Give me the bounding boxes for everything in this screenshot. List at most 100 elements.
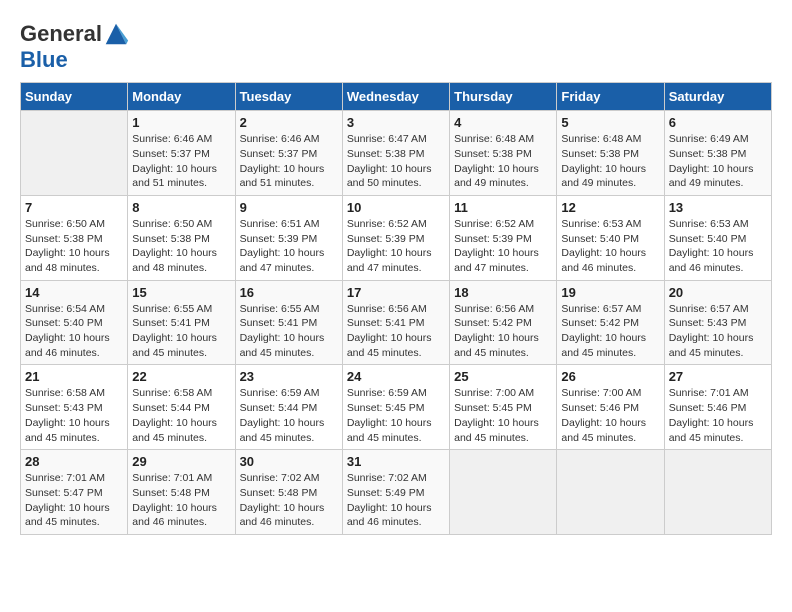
day-number: 29 bbox=[132, 454, 230, 469]
day-number: 2 bbox=[240, 115, 338, 130]
calendar-cell: 2Sunrise: 6:46 AMSunset: 5:37 PMDaylight… bbox=[235, 111, 342, 196]
page-header: General Blue bbox=[20, 20, 772, 72]
day-info: Sunrise: 7:00 AMSunset: 5:45 PMDaylight:… bbox=[454, 386, 552, 445]
day-info: Sunrise: 7:01 AMSunset: 5:48 PMDaylight:… bbox=[132, 471, 230, 530]
calendar-cell: 18 Sunrise: 6:56 AMSunset: 5:42 PMDayligh… bbox=[450, 280, 557, 365]
day-number: 30 bbox=[240, 454, 338, 469]
day-number: 27 bbox=[669, 369, 767, 384]
day-number: 5 bbox=[561, 115, 659, 130]
day-number: 17 bbox=[347, 285, 445, 300]
day-number: 20 bbox=[669, 285, 767, 300]
day-number: 31 bbox=[347, 454, 445, 469]
calendar-cell: 3 Sunrise: 6:47 AMSunset: 5:38 PMDaylight… bbox=[342, 111, 449, 196]
day-info: Sunrise: 6:55 AMSunset: 5:41 PMDaylight:… bbox=[132, 302, 230, 361]
calendar-cell: 12 Sunrise: 6:53 AMSunset: 5:40 PMDayligh… bbox=[557, 195, 664, 280]
calendar-cell bbox=[664, 450, 771, 535]
day-number: 8 bbox=[132, 200, 230, 215]
day-number: 10 bbox=[347, 200, 445, 215]
calendar-cell: 21Sunrise: 6:58 AMSunset: 5:43 PMDayligh… bbox=[21, 365, 128, 450]
day-number: 18 bbox=[454, 285, 552, 300]
calendar-cell: 16 Sunrise: 6:55 AMSunset: 5:41 PMDayligh… bbox=[235, 280, 342, 365]
calendar-cell: 28 Sunrise: 7:01 AMSunset: 5:47 PMDayligh… bbox=[21, 450, 128, 535]
day-info: Sunrise: 6:50 AMSunset: 5:38 PMDaylight:… bbox=[132, 217, 230, 276]
day-info: Sunrise: 6:59 AMSunset: 5:44 PMDaylight:… bbox=[240, 386, 338, 445]
day-number: 12 bbox=[561, 200, 659, 215]
calendar-cell: 8 Sunrise: 6:50 AMSunset: 5:38 PMDaylight… bbox=[128, 195, 235, 280]
calendar-cell bbox=[21, 111, 128, 196]
weekday-header-thursday: Thursday bbox=[450, 83, 557, 111]
calendar-header: SundayMondayTuesdayWednesdayThursdayFrid… bbox=[21, 83, 772, 111]
day-info: Sunrise: 6:52 AMSunset: 5:39 PMDaylight:… bbox=[454, 217, 552, 276]
day-info: Sunrise: 6:48 AMSunset: 5:38 PMDaylight:… bbox=[561, 132, 659, 191]
day-number: 24 bbox=[347, 369, 445, 384]
calendar-cell: 27Sunrise: 7:01 AMSunset: 5:46 PMDayligh… bbox=[664, 365, 771, 450]
day-info: Sunrise: 6:56 AMSunset: 5:41 PMDaylight:… bbox=[347, 302, 445, 361]
day-info: Sunrise: 7:02 AMSunset: 5:49 PMDaylight:… bbox=[347, 471, 445, 530]
day-number: 22 bbox=[132, 369, 230, 384]
weekday-header-sunday: Sunday bbox=[21, 83, 128, 111]
day-info: Sunrise: 6:55 AMSunset: 5:41 PMDaylight:… bbox=[240, 302, 338, 361]
day-info: Sunrise: 6:46 AMSunset: 5:37 PMDaylight:… bbox=[132, 132, 230, 191]
calendar-cell: 20 Sunrise: 6:57 AMSunset: 5:43 PMDayligh… bbox=[664, 280, 771, 365]
day-number: 16 bbox=[240, 285, 338, 300]
calendar-cell: 15 Sunrise: 6:55 AMSunset: 5:41 PMDayligh… bbox=[128, 280, 235, 365]
calendar-cell: 11 Sunrise: 6:52 AMSunset: 5:39 PMDayligh… bbox=[450, 195, 557, 280]
calendar-body: 1 Sunrise: 6:46 AMSunset: 5:37 PMDaylight… bbox=[21, 111, 772, 535]
day-info: Sunrise: 6:47 AMSunset: 5:38 PMDaylight:… bbox=[347, 132, 445, 191]
week-row-3: 14 Sunrise: 6:54 AMSunset: 5:40 PMDayligh… bbox=[21, 280, 772, 365]
calendar-cell: 23Sunrise: 6:59 AMSunset: 5:44 PMDayligh… bbox=[235, 365, 342, 450]
day-number: 15 bbox=[132, 285, 230, 300]
day-number: 28 bbox=[25, 454, 123, 469]
day-info: Sunrise: 7:00 AMSunset: 5:46 PMDaylight:… bbox=[561, 386, 659, 445]
logo-blue: Blue bbox=[20, 48, 130, 72]
day-number: 13 bbox=[669, 200, 767, 215]
calendar-cell bbox=[557, 450, 664, 535]
day-number: 6 bbox=[669, 115, 767, 130]
day-number: 26 bbox=[561, 369, 659, 384]
day-info: Sunrise: 7:01 AMSunset: 5:47 PMDaylight:… bbox=[25, 471, 123, 530]
weekday-header-tuesday: Tuesday bbox=[235, 83, 342, 111]
week-row-1: 1 Sunrise: 6:46 AMSunset: 5:37 PMDaylight… bbox=[21, 111, 772, 196]
calendar-cell: 26 Sunrise: 7:00 AMSunset: 5:46 PMDayligh… bbox=[557, 365, 664, 450]
calendar-cell: 17 Sunrise: 6:56 AMSunset: 5:41 PMDayligh… bbox=[342, 280, 449, 365]
day-number: 21 bbox=[25, 369, 123, 384]
day-number: 25 bbox=[454, 369, 552, 384]
day-info: Sunrise: 6:52 AMSunset: 5:39 PMDaylight:… bbox=[347, 217, 445, 276]
weekday-header-saturday: Saturday bbox=[664, 83, 771, 111]
day-number: 19 bbox=[561, 285, 659, 300]
calendar-cell: 6Sunrise: 6:49 AMSunset: 5:38 PMDaylight… bbox=[664, 111, 771, 196]
day-number: 14 bbox=[25, 285, 123, 300]
calendar-cell bbox=[450, 450, 557, 535]
day-info: Sunrise: 6:53 AMSunset: 5:40 PMDaylight:… bbox=[561, 217, 659, 276]
day-info: Sunrise: 6:50 AMSunset: 5:38 PMDaylight:… bbox=[25, 217, 123, 276]
calendar-cell: 10 Sunrise: 6:52 AMSunset: 5:39 PMDayligh… bbox=[342, 195, 449, 280]
calendar-cell: 1 Sunrise: 6:46 AMSunset: 5:37 PMDaylight… bbox=[128, 111, 235, 196]
calendar-cell: 22Sunrise: 6:58 AMSunset: 5:44 PMDayligh… bbox=[128, 365, 235, 450]
calendar-cell: 13 Sunrise: 6:53 AMSunset: 5:40 PMDayligh… bbox=[664, 195, 771, 280]
calendar-cell: 29 Sunrise: 7:01 AMSunset: 5:48 PMDayligh… bbox=[128, 450, 235, 535]
logo-icon bbox=[102, 20, 130, 48]
calendar-cell: 30Sunrise: 7:02 AMSunset: 5:48 PMDayligh… bbox=[235, 450, 342, 535]
day-number: 11 bbox=[454, 200, 552, 215]
day-info: Sunrise: 6:56 AMSunset: 5:42 PMDaylight:… bbox=[454, 302, 552, 361]
day-number: 1 bbox=[132, 115, 230, 130]
week-row-4: 21Sunrise: 6:58 AMSunset: 5:43 PMDayligh… bbox=[21, 365, 772, 450]
weekday-row: SundayMondayTuesdayWednesdayThursdayFrid… bbox=[21, 83, 772, 111]
day-number: 4 bbox=[454, 115, 552, 130]
calendar-cell: 25 Sunrise: 7:00 AMSunset: 5:45 PMDayligh… bbox=[450, 365, 557, 450]
day-info: Sunrise: 6:57 AMSunset: 5:43 PMDaylight:… bbox=[669, 302, 767, 361]
day-number: 9 bbox=[240, 200, 338, 215]
weekday-header-friday: Friday bbox=[557, 83, 664, 111]
day-info: Sunrise: 6:54 AMSunset: 5:40 PMDaylight:… bbox=[25, 302, 123, 361]
day-info: Sunrise: 6:48 AMSunset: 5:38 PMDaylight:… bbox=[454, 132, 552, 191]
logo-general: General bbox=[20, 22, 102, 46]
day-info: Sunrise: 6:51 AMSunset: 5:39 PMDaylight:… bbox=[240, 217, 338, 276]
week-row-5: 28 Sunrise: 7:01 AMSunset: 5:47 PMDayligh… bbox=[21, 450, 772, 535]
day-number: 3 bbox=[347, 115, 445, 130]
calendar-cell: 31 Sunrise: 7:02 AMSunset: 5:49 PMDayligh… bbox=[342, 450, 449, 535]
day-info: Sunrise: 6:53 AMSunset: 5:40 PMDaylight:… bbox=[669, 217, 767, 276]
calendar-cell: 19 Sunrise: 6:57 AMSunset: 5:42 PMDayligh… bbox=[557, 280, 664, 365]
day-info: Sunrise: 6:57 AMSunset: 5:42 PMDaylight:… bbox=[561, 302, 659, 361]
day-number: 7 bbox=[25, 200, 123, 215]
week-row-2: 7 Sunrise: 6:50 AMSunset: 5:38 PMDaylight… bbox=[21, 195, 772, 280]
